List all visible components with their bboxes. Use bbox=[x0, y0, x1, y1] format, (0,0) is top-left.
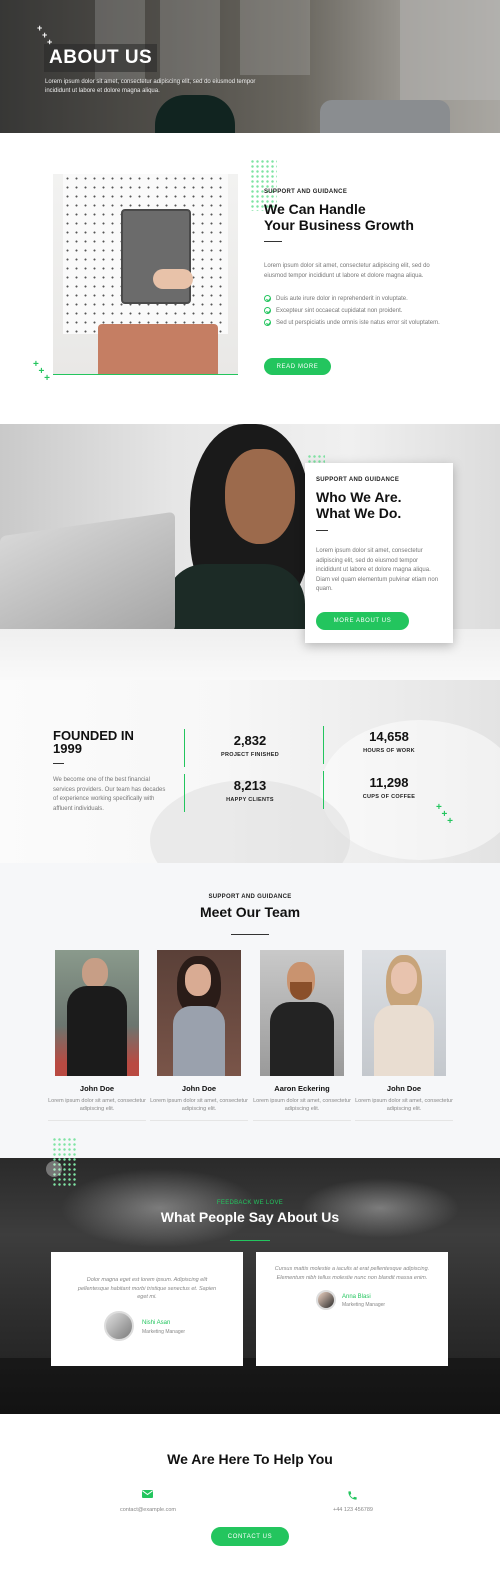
card-divider bbox=[150, 1120, 248, 1121]
heading-line: What We Do. bbox=[316, 505, 402, 521]
founded-year: 1999 bbox=[53, 741, 82, 756]
plus-decoration-icon: + + + bbox=[33, 359, 50, 384]
stat-number: 14,658 bbox=[369, 729, 409, 744]
stat-divider bbox=[323, 771, 324, 809]
check-text: Duis aute irure dolor in reprehenderit i… bbox=[276, 295, 408, 302]
check-text: Sed ut perspiciatis unde omnis iste natu… bbox=[276, 319, 440, 326]
contact-email[interactable]: contact@example.com bbox=[88, 1507, 208, 1513]
circle-decoration bbox=[46, 1161, 62, 1177]
check-list-item: Duis aute irure dolor in reprehenderit i… bbox=[264, 295, 408, 302]
testimonial-name: Anna Blasi bbox=[342, 1294, 371, 1300]
stat-number: 2,832 bbox=[233, 733, 267, 748]
stat-number: 11,298 bbox=[369, 775, 409, 790]
plus-decoration-icon: + + + bbox=[436, 802, 453, 827]
jacket-shape bbox=[67, 986, 127, 1076]
sweater-shape bbox=[374, 1005, 434, 1076]
heading-divider bbox=[231, 934, 269, 935]
stat-divider bbox=[323, 726, 324, 764]
team-member-photo bbox=[55, 950, 139, 1076]
section-eyebrow: SUPPORT AND GUIDANCE bbox=[264, 189, 348, 195]
team-member-name: Aaron Eckering bbox=[274, 1084, 330, 1093]
read-more-button[interactable]: READ MORE bbox=[264, 358, 331, 375]
more-about-us-button[interactable]: MORE ABOUT US bbox=[316, 612, 409, 630]
testimonial-role: Marketing Manager bbox=[142, 1329, 186, 1335]
chandelier-light bbox=[300, 1178, 460, 1238]
card-divider bbox=[253, 1120, 351, 1121]
face-shape bbox=[185, 964, 211, 996]
heading-divider bbox=[316, 530, 328, 531]
stats-section bbox=[0, 680, 500, 863]
team-member-desc: Lorem ipsum dolor sit amet, consectetur … bbox=[150, 1098, 248, 1112]
face-shape bbox=[225, 449, 295, 544]
stat-label: CUPS OF COFFEE bbox=[362, 794, 416, 800]
check-list-item: Excepteur sint occaecat cupidatat non pr… bbox=[264, 307, 402, 314]
team-member-name: John Doe bbox=[181, 1084, 217, 1093]
envelope-icon bbox=[142, 1490, 153, 1498]
chandelier-light bbox=[60, 1168, 260, 1248]
skirt-shape bbox=[98, 324, 218, 374]
page-title: ABOUT US bbox=[44, 44, 158, 72]
section-heading: We Can Handle Your Business Growth bbox=[264, 201, 414, 233]
stat-label: HAPPY CLIENTS bbox=[226, 797, 274, 803]
card-divider bbox=[355, 1120, 453, 1121]
tablet-shape bbox=[121, 209, 191, 304]
contact-phone[interactable]: +44 123 456789 bbox=[293, 1507, 413, 1513]
section-paragraph: Lorem ipsum dolor sit amet, consectetur … bbox=[264, 263, 430, 279]
testimonial-role: Marketing Manager bbox=[342, 1302, 386, 1308]
audience-shape bbox=[0, 1358, 500, 1414]
team-member-photo bbox=[362, 950, 446, 1076]
stat-label: HOURS OF WORK bbox=[363, 748, 415, 754]
heading-divider bbox=[53, 763, 64, 764]
section-eyebrow: SUPPORT AND GUIDANCE bbox=[316, 477, 400, 483]
team-member-desc: Lorem ipsum dolor sit amet, consectetur … bbox=[48, 1098, 146, 1112]
face-shape bbox=[391, 962, 417, 994]
hero-subtitle: Lorem ipsum dolor sit amet, consectetur … bbox=[45, 79, 256, 94]
heading-divider bbox=[230, 1240, 270, 1241]
section-heading: Who We Are. What We Do. bbox=[316, 489, 402, 521]
contact-us-button[interactable]: CONTACT US bbox=[211, 1527, 289, 1546]
section-heading: Meet Our Team bbox=[199, 904, 301, 920]
testimonial-quote: Dolor magna eget est lorem ipsum. Adipis… bbox=[77, 1277, 217, 1300]
founded-heading: FOUNDED IN 1999 bbox=[53, 729, 134, 755]
section-eyebrow: SUPPORT AND GUIDANCE bbox=[208, 894, 292, 900]
testimonial-quote: Cursus mattis molestie a iaculis at erat… bbox=[274, 1266, 430, 1281]
heading-line: We Can Handle bbox=[264, 201, 366, 217]
testimonial-name: Nishi Asan bbox=[142, 1320, 171, 1326]
stats-paragraph: We become one of the best financial serv… bbox=[53, 777, 166, 812]
section-eyebrow: FEEDBACK WE LOVE bbox=[216, 1200, 284, 1206]
check-circle-icon bbox=[264, 295, 271, 302]
team-member-name: John Doe bbox=[386, 1084, 422, 1093]
stat-number: 8,213 bbox=[233, 778, 267, 793]
section-paragraph: Lorem ipsum dolor sit amet, consectetur … bbox=[316, 548, 439, 592]
check-list-item: Sed ut perspiciatis unde omnis iste natu… bbox=[264, 319, 440, 326]
heading-divider bbox=[264, 241, 282, 242]
stat-label: PROJECT FINISHED bbox=[221, 752, 279, 758]
beard-shape bbox=[290, 982, 312, 1000]
coat-shape bbox=[270, 1002, 334, 1076]
stat-divider bbox=[184, 774, 185, 812]
team-member-desc: Lorem ipsum dolor sit amet, consectetur … bbox=[355, 1098, 453, 1112]
check-circle-icon bbox=[264, 319, 271, 326]
woman-with-tablet-image bbox=[53, 174, 238, 375]
avatar bbox=[316, 1290, 336, 1310]
testimonial-card bbox=[51, 1252, 243, 1366]
sparkle-icon: + + + bbox=[37, 23, 53, 47]
avatar bbox=[104, 1311, 134, 1341]
team-member-desc: Lorem ipsum dolor sit amet, consectetur … bbox=[253, 1098, 351, 1112]
contact-heading: We Are Here To Help You bbox=[167, 1451, 333, 1467]
heading-line: Who We Are. bbox=[316, 489, 402, 505]
heading-line: Your Business Growth bbox=[264, 217, 414, 233]
check-circle-icon bbox=[264, 307, 271, 314]
team-member-name: John Doe bbox=[79, 1084, 115, 1093]
phone-icon bbox=[347, 1488, 358, 1500]
top-shape bbox=[173, 1006, 225, 1076]
team-member-photo bbox=[260, 950, 344, 1076]
face-shape bbox=[82, 958, 108, 988]
arm-shape bbox=[153, 269, 193, 289]
stat-divider bbox=[184, 729, 185, 767]
team-member-photo bbox=[157, 950, 241, 1076]
section-heading: What People Say About Us bbox=[160, 1209, 340, 1225]
check-text: Excepteur sint occaecat cupidatat non pr… bbox=[276, 307, 403, 314]
card-divider bbox=[48, 1120, 146, 1121]
